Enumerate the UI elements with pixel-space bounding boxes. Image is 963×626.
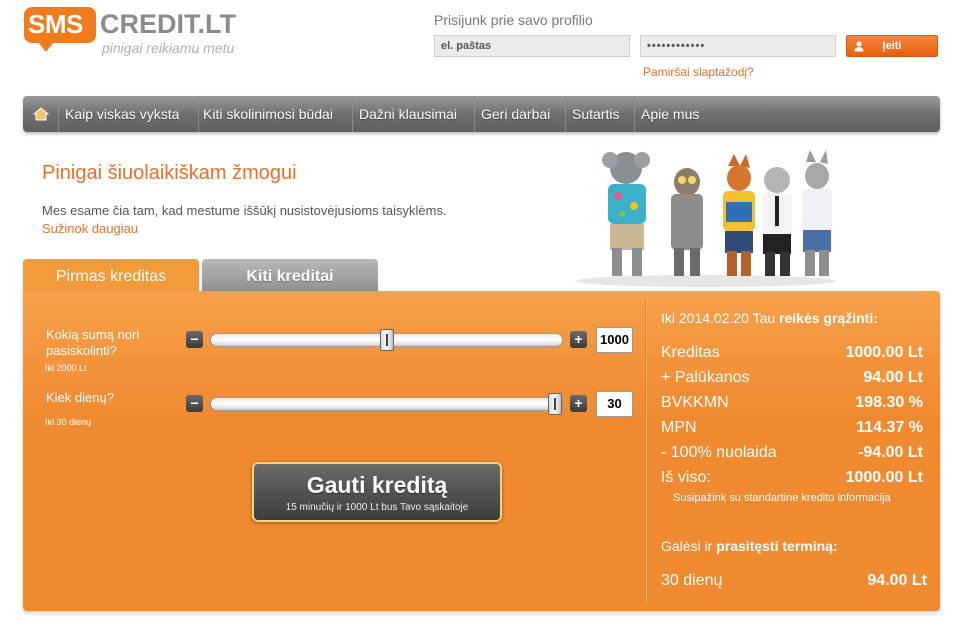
extend-heading: Galėsi ir prasitęsti terminą: — [661, 538, 838, 554]
email-field[interactable]: el. paštas — [434, 35, 630, 57]
days-hint: Iki 30 dienų — [45, 417, 92, 427]
summary-row-label: Kreditas — [661, 344, 720, 361]
days-increase-button[interactable]: + — [570, 395, 587, 412]
main-nav: Kaip viskas vyksta Kiti skolinimosi būda… — [23, 96, 940, 132]
password-field[interactable]: •••••••••••• — [640, 35, 836, 57]
hero-text: Mes esame čia tam, kad mestume iššūkį nu… — [42, 203, 447, 218]
logo[interactable]: SMS CREDIT.LT pinigai reikiamu metu — [24, 7, 244, 59]
panel-divider — [645, 299, 646, 603]
credit-calculator-panel: Kokią sumą nori pasiskolinti? Iki 2000 L… — [23, 291, 940, 611]
owl-figure — [671, 168, 703, 276]
summary-heading: Iki 2014.02.20 Tau reikės grąžinti: — [661, 310, 878, 326]
logo-credit-text: CREDIT.LT — [100, 9, 236, 39]
extend-row: 30 dienų 94.00 Lt — [661, 572, 927, 590]
summary-row-kreditas: Kreditas 1000.00 Lt — [661, 344, 923, 366]
login-button[interactable]: Įeiti — [846, 35, 938, 57]
summary-heading-bold: reikės grąžinti: — [779, 310, 878, 326]
plus-icon: + — [574, 331, 583, 347]
tab-pirmas-kreditas[interactable]: Pirmas kreditas — [23, 259, 199, 292]
home-icon — [32, 107, 50, 121]
summary-row-label: BVKKMN — [661, 394, 729, 411]
amount-increase-button[interactable]: + — [570, 331, 587, 348]
days-slider-handle[interactable] — [548, 393, 562, 415]
amount-hint: Iki 2000 Lt — [45, 363, 87, 373]
mascot-illustration — [575, 150, 835, 287]
summary-heading-prefix: Iki 2014.02.20 Tau — [661, 310, 780, 326]
get-credit-button-sublabel: 15 minučių ir 1000 Lt bus Tavo sąskaitoj… — [285, 502, 469, 513]
summary-row-label: MPN — [661, 419, 697, 436]
days-value-input[interactable]: 30 — [596, 391, 633, 417]
summary-row-value: 1000.00 Lt — [845, 469, 923, 486]
amount-value-input[interactable]: 1000 — [596, 327, 633, 353]
summary-row-bvkkmn: BVKKMN 198.30 % — [661, 394, 923, 416]
minus-icon: − — [190, 331, 199, 347]
summary-row-is-viso: Iš viso: 1000.00 Lt — [661, 469, 923, 491]
koala-figure — [602, 152, 650, 276]
summary-row-mpn: MPN 114.37 % — [661, 419, 923, 441]
logo-tagline: pinigai reikiamu metu — [102, 40, 235, 56]
extend-heading-prefix: Galėsi ir — [661, 538, 717, 554]
days-label: Kiek dienų? — [46, 390, 114, 405]
summary-row-value: 94.00 Lt — [863, 369, 923, 386]
extend-row-value: 94.00 Lt — [867, 572, 927, 589]
get-credit-button[interactable]: Gauti kreditą 15 minučių ir 1000 Lt bus … — [252, 462, 502, 522]
wolf-figure — [802, 150, 832, 276]
summary-row-label: - 100% nuolaida — [661, 444, 777, 461]
logo-sms-text: SMS — [28, 9, 83, 39]
nav-item-dazni-klausimai[interactable]: Dažni klausimai — [353, 96, 475, 132]
summary-row-palukanos: + Palūkanos 94.00 Lt — [661, 369, 923, 391]
summary-row-label: + Palūkanos — [661, 369, 750, 386]
summary-row-value: 198.30 % — [855, 394, 923, 411]
learn-more-link[interactable]: Sužinok daugiau — [42, 221, 138, 236]
login-title: Prisijunk prie savo profilio — [434, 12, 593, 28]
nav-item-kiti-skolinimosi-budai[interactable]: Kiti skolinimosi būdai — [197, 96, 353, 132]
hero-title: Pinigai šiuolaikiškam žmogui — [42, 162, 297, 184]
nav-home[interactable] — [23, 96, 59, 132]
cat-figure — [762, 167, 792, 276]
amount-label: Kokią sumą nori pasiskolinti? — [46, 327, 140, 358]
amount-slider-handle[interactable] — [379, 329, 394, 351]
days-slider[interactable] — [210, 393, 563, 415]
forgot-password-link[interactable]: Pamiršai slaptažodį? — [643, 65, 754, 79]
login-button-label: Įeiti — [882, 40, 902, 52]
minus-icon: − — [190, 395, 199, 411]
nav-item-apie-mus[interactable]: Apie mus — [635, 96, 715, 132]
amount-slider[interactable] — [210, 329, 563, 351]
extend-heading-bold: prasitęsti terminą: — [716, 538, 838, 554]
summary-row-nuolaida: - 100% nuolaida -94.00 Lt — [661, 444, 923, 466]
summary-row-label: Iš viso: — [661, 469, 711, 486]
nav-item-geri-darbai[interactable]: Geri darbai — [475, 96, 566, 132]
summary-row-value: -94.00 Lt — [858, 444, 923, 461]
nav-item-sutartis[interactable]: Sutartis — [566, 96, 635, 132]
summary-row-value: 114.37 % — [856, 419, 923, 436]
tab-kiti-kreditai[interactable]: Kiti kreditai — [202, 259, 378, 292]
days-decrease-button[interactable]: − — [186, 395, 203, 412]
amount-decrease-button[interactable]: − — [186, 331, 203, 348]
user-icon — [854, 41, 864, 52]
summary-row-value: 1000.00 Lt — [845, 344, 923, 361]
fox-figure — [723, 154, 755, 276]
extend-row-label: 30 dienų — [661, 572, 723, 589]
page: SMS CREDIT.LT pinigai reikiamu metu Pris… — [0, 0, 963, 626]
nav-item-kaip-viskas-vyksta[interactable]: Kaip viskas vyksta — [59, 96, 199, 132]
standard-credit-info-link[interactable]: Susipažink su standartine kredito inform… — [673, 492, 891, 504]
get-credit-button-label: Gauti kreditą — [306, 472, 448, 498]
plus-icon: + — [574, 395, 583, 411]
